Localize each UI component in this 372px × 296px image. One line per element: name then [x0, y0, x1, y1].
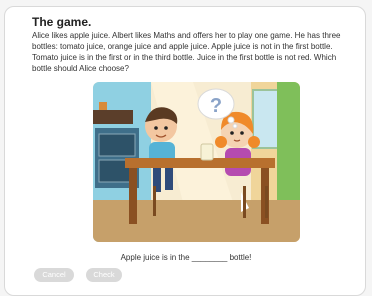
- check-button[interactable]: Check: [86, 268, 122, 282]
- kids-illustration: ?: [93, 82, 300, 242]
- kids-drawing: ?: [93, 82, 300, 242]
- question-mark: ?: [210, 95, 222, 117]
- answer-line: Apple juice is in the ________ bottle!: [0, 253, 372, 262]
- answer-prefix: Apple juice is in the: [120, 253, 190, 262]
- answer-suffix: bottle!: [229, 253, 252, 262]
- task-title: The game.: [32, 15, 92, 29]
- task-text: Alice likes apple juice. Albert likes Ma…: [32, 31, 341, 73]
- cancel-button[interactable]: Cancel: [34, 268, 74, 282]
- answer-blank[interactable]: ________: [192, 253, 228, 262]
